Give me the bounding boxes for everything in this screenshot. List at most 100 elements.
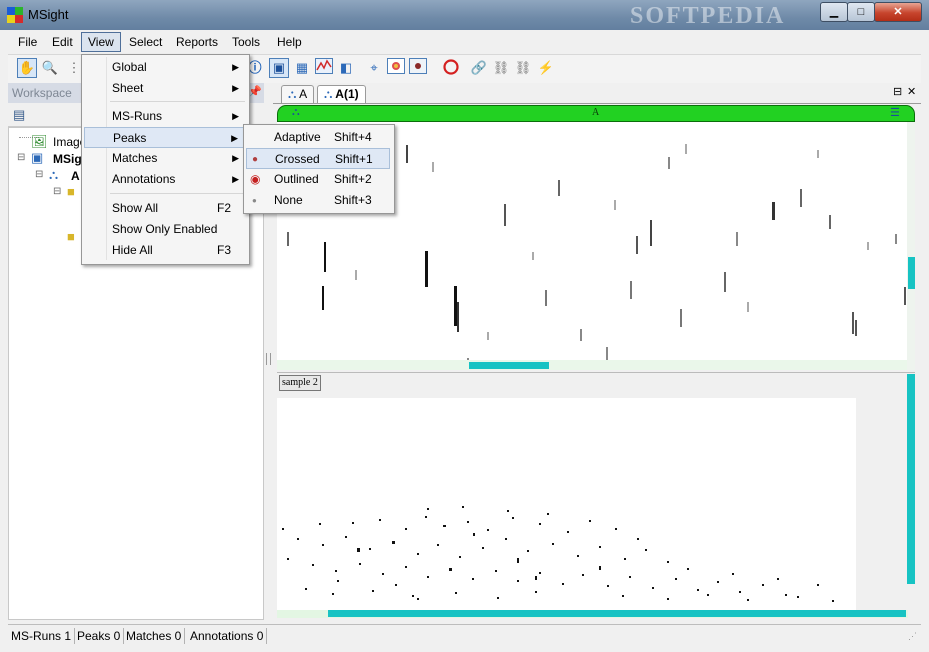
status-bar: MS-Runs 1 Peaks 0 Matches 0 Annotations … xyxy=(8,624,921,647)
menu-item-peaks[interactable]: Peaks ▶ xyxy=(84,127,245,148)
submenu-arrow-icon: ▶ xyxy=(232,62,239,72)
menu-item-label: Adaptive xyxy=(274,130,321,144)
sheet-tabs: ⛬ A ⛬ A(1) ⊟ ✕ xyxy=(273,83,921,104)
align-icon[interactable]: ⚡ xyxy=(536,58,556,78)
tab-list-icon[interactable]: ⊟ xyxy=(893,85,902,98)
splitter-grip xyxy=(266,353,271,365)
sheet-header-label: A xyxy=(592,107,600,118)
menu-shortcut: Shift+3 xyxy=(334,193,372,207)
tab-a-1[interactable]: ⛬ A(1) xyxy=(317,85,366,103)
close-button[interactable]: ✕ xyxy=(874,2,922,22)
maximize-button[interactable]: □ xyxy=(847,2,875,22)
menu-edit[interactable]: Edit xyxy=(46,33,79,51)
close-tab-icon[interactable]: ✕ xyxy=(907,85,916,98)
heatmap-icon[interactable] xyxy=(386,58,406,78)
bottom-peak-map xyxy=(282,506,834,602)
tab-label: A(1) xyxy=(335,87,359,101)
menu-select[interactable]: Select xyxy=(123,33,168,51)
sheet-node-icon: ⛬ xyxy=(49,167,59,182)
status-peaks: Peaks 0 xyxy=(74,628,125,644)
menu-item-crossed[interactable]: ● Crossed Shift+1 xyxy=(246,148,390,169)
crossed-peak-icon: ● xyxy=(252,154,259,165)
status-ms-runs: MS-Runs 1 xyxy=(8,628,76,644)
crosshair-icon[interactable]: ⌖ xyxy=(364,58,384,78)
menu-shortcut: Shift+4 xyxy=(334,130,372,144)
bottom-horizontal-scrollbar[interactable] xyxy=(328,610,906,617)
close-icon: ✕ xyxy=(893,6,903,18)
circle-icon[interactable] xyxy=(441,58,461,78)
top-scroll-track xyxy=(277,360,907,370)
menu-item-show-all[interactable]: Show All F2 xyxy=(84,198,245,219)
image-folder-icon: 🖼 xyxy=(31,134,48,149)
menu-item-annotations[interactable]: Annotations ▶ xyxy=(84,169,245,190)
menu-item-label: Matches xyxy=(112,151,158,165)
top-view-margin xyxy=(907,122,915,370)
menu-shortcut: Shift+1 xyxy=(335,152,373,166)
menu-item-adaptive[interactable]: Adaptive Shift+4 xyxy=(246,127,390,148)
collapse-icon[interactable]: ⊟ xyxy=(17,152,25,163)
bottom-vertical-scrollbar[interactable] xyxy=(907,374,915,584)
tab-a[interactable]: ⛬ A xyxy=(281,85,315,103)
sample-label: sample 2 xyxy=(279,375,321,391)
menu-item-label: None xyxy=(274,193,303,207)
watermark: SOFTPEDIA xyxy=(630,3,786,29)
collapse-icon[interactable]: ⊟ xyxy=(53,186,61,197)
title-bar: MSight SOFTPEDIA ▁ □ ✕ xyxy=(0,0,929,30)
view-mode-icon[interactable]: ▣ xyxy=(269,58,289,78)
menu-item-show-only-enabled[interactable]: Show Only Enabled xyxy=(84,219,245,240)
outlined-peak-icon: ◉ xyxy=(250,172,261,186)
chain-icon[interactable]: ⛓ xyxy=(491,58,511,78)
menu-help[interactable]: Help xyxy=(271,33,308,51)
window-title: MSight xyxy=(28,7,69,22)
peaks-submenu: Adaptive Shift+4 ● Crossed Shift+1 ◉ Out… xyxy=(243,124,395,214)
menu-item-label: Show All xyxy=(112,201,159,215)
peak-icon[interactable] xyxy=(408,58,428,78)
sheet-tab-icon: ⛬ xyxy=(288,87,297,101)
resize-grip-icon[interactable]: ⋰ xyxy=(908,631,917,642)
menu-item-ms-runs[interactable]: MS-Runs ▶ xyxy=(84,106,245,127)
menu-item-sheet[interactable]: Sheet ▶ xyxy=(84,78,245,99)
folder-icon: ■ xyxy=(67,229,75,244)
submenu-arrow-icon: ▶ xyxy=(232,83,239,93)
menu-item-label: Hide All xyxy=(112,243,153,257)
menu-shortcut: F2 xyxy=(217,201,232,215)
chain-alt-icon[interactable]: ⛓ xyxy=(513,58,533,78)
tab-label: A xyxy=(299,87,308,101)
top-vertical-scrollbar[interactable] xyxy=(908,257,915,289)
minimize-button[interactable]: ▁ xyxy=(820,2,848,22)
zoom-icon[interactable]: 🔍 xyxy=(40,58,60,78)
link-icon[interactable]: 🔗 xyxy=(469,58,489,78)
menu-item-none[interactable]: ● None Shift+3 xyxy=(246,190,390,211)
menu-item-label: Crossed xyxy=(275,152,320,166)
image-view-icon[interactable]: ◧ xyxy=(336,58,356,78)
menu-separator xyxy=(110,101,245,102)
menu-view[interactable]: View xyxy=(81,32,121,52)
menu-item-matches[interactable]: Matches ▶ xyxy=(84,148,245,169)
menu-item-outlined[interactable]: ◉ Outlined Shift+2 xyxy=(246,169,390,190)
hand-tool-icon[interactable]: ✋ xyxy=(17,58,37,78)
grid-icon[interactable]: ▦ xyxy=(292,58,312,78)
top-horizontal-scrollbar[interactable] xyxy=(469,362,549,369)
line-chart-icon[interactable] xyxy=(314,58,334,78)
submenu-arrow-icon: ▶ xyxy=(232,153,239,163)
sheet-menu-icon[interactable]: ☰ xyxy=(890,106,900,119)
sheet-tab-icon: ⛬ xyxy=(324,87,333,101)
table-icon[interactable]: ▤ xyxy=(13,107,25,123)
pin-icon[interactable]: 📌 xyxy=(248,85,262,98)
menu-item-global[interactable]: Global ▶ xyxy=(84,57,245,78)
tree-item-a[interactable]: A xyxy=(71,169,80,183)
menu-tools[interactable]: Tools xyxy=(226,33,266,51)
menu-item-hide-all[interactable]: Hide All F3 xyxy=(84,240,245,261)
app-window: MSight SOFTPEDIA ▁ □ ✕ File Edit View Se… xyxy=(0,0,929,652)
submenu-arrow-icon: ▶ xyxy=(231,133,238,143)
menu-reports[interactable]: Reports xyxy=(170,33,224,51)
bottom-ms-run-view[interactable] xyxy=(277,398,856,610)
collapse-icon[interactable]: ⊟ xyxy=(35,169,43,180)
menu-item-label: MS-Runs xyxy=(112,109,163,123)
view-menu: Global ▶ Sheet ▶ MS-Runs ▶ Peaks ▶ Match… xyxy=(81,54,250,265)
menu-shortcut: Shift+2 xyxy=(334,172,372,186)
submenu-arrow-icon: ▶ xyxy=(232,111,239,121)
menu-shortcut: F3 xyxy=(217,243,232,257)
menu-file[interactable]: File xyxy=(12,33,43,51)
status-matches: Matches 0 xyxy=(123,628,186,644)
